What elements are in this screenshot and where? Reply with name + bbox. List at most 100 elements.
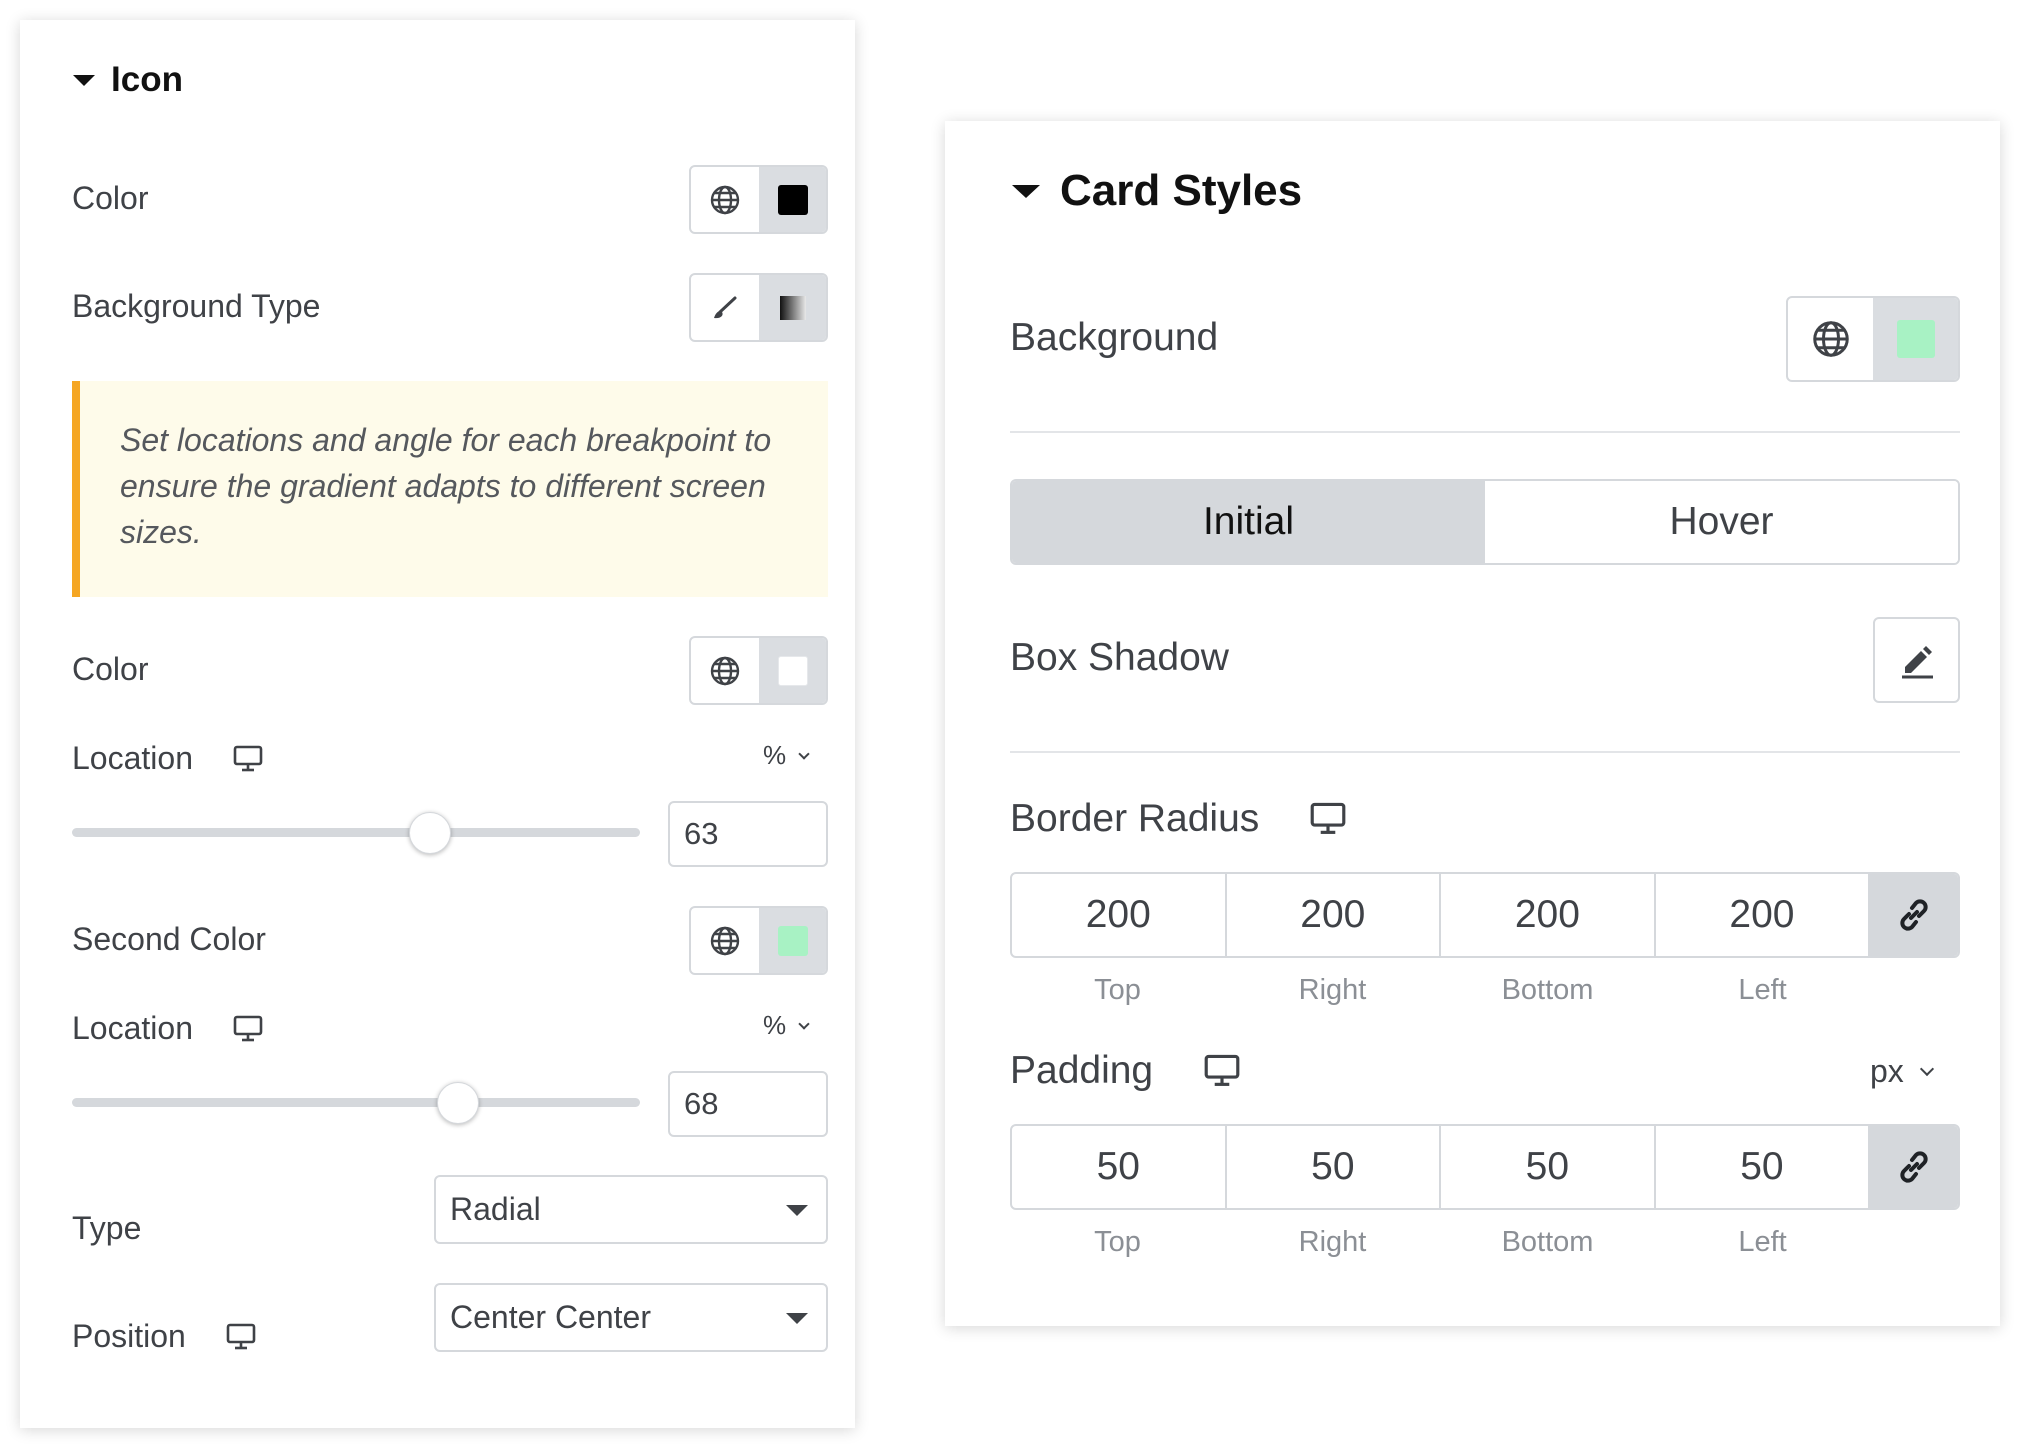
desktop-icon[interactable] [1203,1054,1241,1088]
box-shadow-label: Box Shadow [1010,636,1229,679]
color-swatch [777,655,808,686]
dimension-value: 50 [1096,1145,1140,1188]
caret-down-icon [73,74,95,86]
pencil-icon [1901,646,1933,679]
location-slider-track[interactable] [72,828,640,837]
global-colors-button[interactable] [1788,298,1873,380]
border-radius-label: Border Radius [1010,797,1347,841]
gradient-icon [779,295,806,320]
dimension-value: 50 [1311,1145,1355,1188]
border-radius-side-labels: Top Right Bottom Left [1010,974,1870,1007]
location-slider-handle[interactable] [408,812,451,854]
tab-label: Hover [1669,500,1774,543]
second-color-label: Second Color [72,921,266,957]
type-select[interactable]: Radial [434,1175,828,1244]
dimension-value: 200 [1514,893,1580,936]
tab-initial[interactable]: Initial [1012,481,1485,563]
background-type-gradient[interactable] [759,275,826,340]
location-label-text: Location [72,1010,193,1046]
link-icon [1900,899,1928,931]
section-heading-icon[interactable]: Icon [73,58,183,102]
box-shadow-edit-button[interactable] [1873,617,1960,703]
border-radius-left-input[interactable]: 200 [1656,874,1871,956]
second-location-slider-handle[interactable] [437,1082,480,1124]
desktop-icon[interactable] [226,1323,256,1351]
color-picker-button[interactable] [759,167,826,232]
padding-label-text: Padding [1010,1049,1154,1092]
card-styles-panel: Card Styles Background Initial Hover Box… [945,121,2000,1326]
global-colors-button[interactable] [691,638,759,703]
second-location-label: Location [72,1010,263,1047]
globe-icon [1812,321,1849,357]
padding-side-labels: Top Right Bottom Left [1010,1226,1870,1259]
color-picker-button[interactable] [759,908,826,973]
border-radius-bottom-input[interactable]: 200 [1441,874,1656,956]
padding-right-input[interactable]: 50 [1227,1126,1442,1208]
border-radius-right-input[interactable]: 200 [1227,874,1442,956]
section-title: Icon [111,60,183,99]
chevron-down-icon [1919,1061,1934,1076]
chevron-down-icon [798,747,810,760]
color-label: Color [72,180,149,216]
padding-top-input[interactable]: 50 [1012,1126,1227,1208]
type-value: Radial [450,1191,541,1227]
gradient-color-label: Color [72,651,149,687]
divider [1010,751,1960,753]
side-label-bottom: Bottom [1501,1226,1594,1258]
color-swatch [1896,320,1935,358]
global-colors-button[interactable] [691,908,759,973]
link-icon [1900,1151,1928,1183]
caret-down-icon [1012,184,1040,198]
background-type-label: Background Type [72,288,321,324]
chevron-down-icon [798,1017,810,1030]
padding-inputs: 50 50 50 50 [1010,1124,1960,1210]
desktop-icon[interactable] [1309,802,1347,836]
second-location-input[interactable]: 68 [668,1071,828,1137]
section-title: Card Styles [1060,166,1303,215]
second-location-unit-select[interactable]: % [763,1010,810,1041]
link-values-button[interactable] [1870,1126,1958,1208]
side-label-top: Top [1094,1226,1141,1258]
position-select[interactable]: Center Center [434,1283,828,1352]
padding-bottom-input[interactable]: 50 [1441,1126,1656,1208]
desktop-icon[interactable] [233,745,263,773]
padding-unit-select[interactable]: px [1870,1053,1934,1090]
dimension-value: 200 [1085,893,1151,936]
caret-down-icon [786,1312,808,1324]
side-label-right: Right [1298,974,1367,1006]
section-heading-card-styles[interactable]: Card Styles [1012,163,1302,219]
background-label: Background [1010,316,1219,359]
color-picker-button[interactable] [1873,298,1958,380]
background-type-classic[interactable] [691,275,759,340]
location-unit-select[interactable]: % [763,740,810,771]
notice-text: Set locations and angle for each breakpo… [120,422,772,550]
side-label-top: Top [1094,974,1141,1006]
unit-value: px [1870,1053,1904,1089]
border-radius-label-text: Border Radius [1010,797,1260,840]
second-location-slider-track[interactable] [72,1098,640,1107]
second-color-control [689,906,828,975]
global-colors-button[interactable] [691,167,759,232]
unit-value: % [763,740,787,770]
background-type-toggle [689,273,828,342]
link-values-button[interactable] [1870,874,1958,956]
location-input[interactable]: 63 [668,801,828,867]
brush-icon [714,296,737,318]
background-color-control [1786,296,1960,382]
tab-hover[interactable]: Hover [1485,481,1958,563]
desktop-icon[interactable] [233,1015,263,1043]
icon-color-control [689,165,828,234]
border-radius-top-input[interactable]: 200 [1012,874,1227,956]
type-label: Type [72,1210,142,1246]
location-label: Location [72,740,263,777]
color-picker-button[interactable] [759,638,826,703]
breakpoint-notice: Set locations and angle for each breakpo… [72,381,828,597]
location-value: 63 [684,816,719,851]
dimension-value: 50 [1740,1145,1784,1188]
padding-left-input[interactable]: 50 [1656,1126,1871,1208]
unit-value: % [763,1010,787,1040]
tab-label: Initial [1202,500,1295,543]
position-label-text: Position [72,1318,186,1354]
icon-style-panel: Icon Color Background Type Set locations… [20,20,855,1428]
side-label-bottom: Bottom [1501,974,1594,1006]
